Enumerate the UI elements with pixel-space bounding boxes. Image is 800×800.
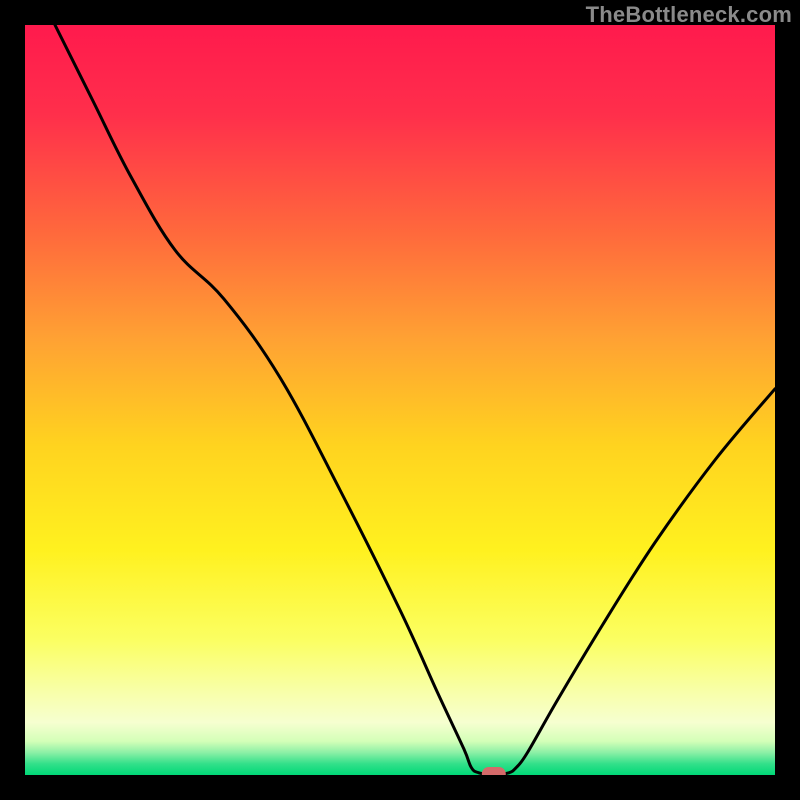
chart-frame: TheBottleneck.com (0, 0, 800, 800)
chart-overlay (25, 25, 775, 775)
optimal-marker (482, 767, 506, 775)
bottleneck-curve (55, 25, 775, 775)
plot-area (25, 25, 775, 775)
attribution-label: TheBottleneck.com (586, 2, 792, 28)
